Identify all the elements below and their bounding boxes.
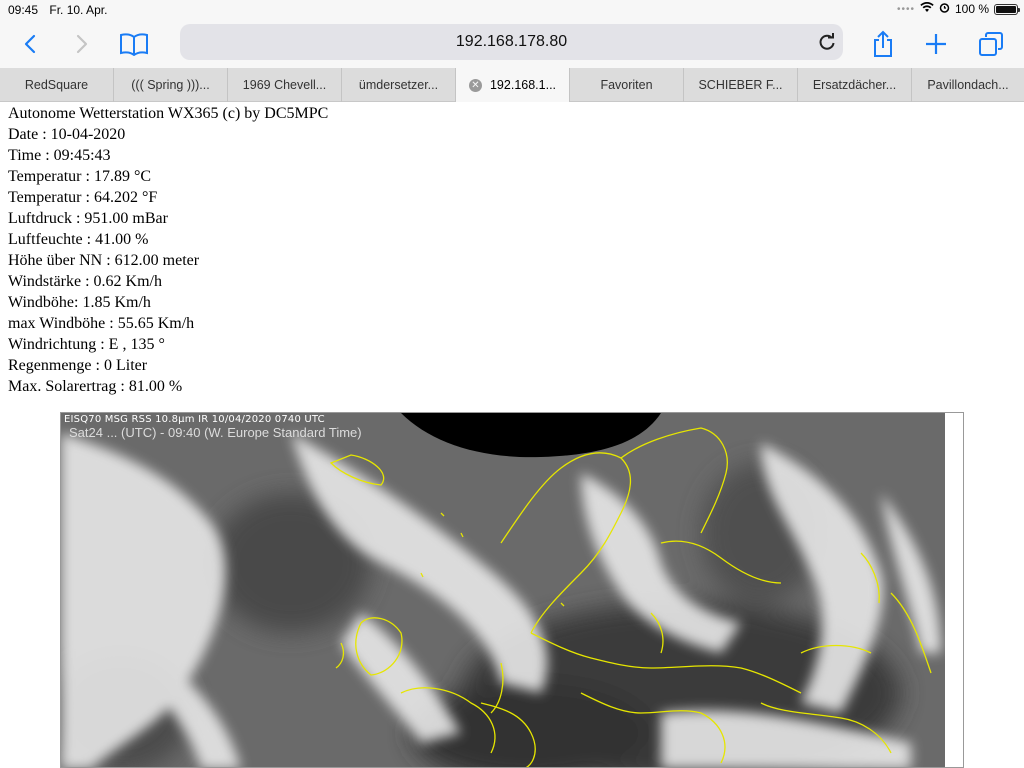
tab-bar: RedSquare ((( Spring )))... 1969 Chevell… [0, 68, 1024, 102]
chevron-right-icon [76, 34, 88, 54]
satellite-ir-map [61, 413, 963, 767]
tab-uebersetzer[interactable]: ümdersetzer... [342, 68, 456, 102]
date-line: Date : 10-04-2020 [8, 126, 126, 143]
tab-favoriten[interactable]: Favoriten [570, 68, 684, 102]
share-button[interactable] [867, 28, 899, 60]
wifi-icon [920, 2, 934, 16]
tab-schieber[interactable]: SCHIEBER F... [684, 68, 798, 102]
new-tab-button[interactable] [920, 28, 952, 60]
battery-icon [994, 3, 1020, 15]
rainfall-line: Regenmenge : 0 Liter [8, 357, 148, 374]
tab-label: Ersatzdächer... [812, 78, 897, 92]
browser-toolbar: 192.168.178.80 [0, 20, 1024, 68]
temperature-f-line: Temperatur : 64.202 °F [8, 189, 158, 206]
wind-gust-line: Windböhe: 1.85 Km/h [8, 294, 151, 311]
book-icon [120, 33, 148, 56]
tab-pavillondach[interactable]: Pavillondach... [912, 68, 1024, 102]
tab-ersatzdaecher[interactable]: Ersatzdächer... [798, 68, 912, 102]
humidity-line: Luftfeuchte : 41.00 % [8, 231, 149, 248]
tab-label: 192.168.1... [489, 78, 557, 92]
altitude-line: Höhe über NN : 612.00 meter [8, 252, 200, 269]
max-wind-gust-line: max Windböhe : 55.65 Km/h [8, 315, 195, 332]
plus-icon [926, 34, 946, 54]
alarm-icon [939, 2, 950, 16]
solar-yield-line: Max. Solarertrag : 81.00 % [8, 378, 183, 395]
wind-speed-line: Windstärke : 0.62 Km/h [8, 273, 162, 290]
tab-label: 1969 Chevell... [242, 78, 327, 92]
forward-button[interactable] [66, 28, 98, 60]
tabs-icon [979, 32, 1003, 56]
time-line: Time : 09:45:43 [8, 147, 111, 164]
tab-label: Pavillondach... [927, 78, 1009, 92]
tab-label: RedSquare [24, 78, 89, 92]
tab-spring[interactable]: ((( Spring )))... [114, 68, 228, 102]
address-bar[interactable]: 192.168.178.80 [180, 24, 843, 60]
tab-active-local[interactable]: ✕ 192.168.1... [456, 68, 570, 102]
status-time: 09:45 [8, 3, 39, 17]
signal-dots-icon: •••• [896, 3, 915, 15]
share-icon [874, 30, 892, 57]
tabs-overview-button[interactable] [975, 28, 1007, 60]
wind-direction-line: Windrichtung : E , 135 ° [8, 336, 165, 353]
image-right-margin [945, 413, 963, 767]
temperature-c-line: Temperatur : 17.89 °C [8, 168, 152, 185]
chevron-left-icon [24, 34, 36, 54]
satellite-image: EISQ70 MSG RSS 10.8µm IR 10/04/2020 0740… [60, 412, 964, 768]
tab-redsquare[interactable]: RedSquare [0, 68, 114, 102]
tab-label: ümdersetzer... [358, 78, 439, 92]
pressure-line: Luftdruck : 951.00 mBar [8, 210, 168, 227]
tab-label: SCHIEBER F... [698, 78, 783, 92]
bookmarks-button[interactable] [118, 28, 150, 60]
status-date: Fr. 10. Apr. [49, 3, 108, 17]
battery-percent: 100 % [954, 2, 989, 16]
weather-station-report: Autonome Wetterstation WX365 (c) by DC5M… [8, 103, 1008, 397]
close-tab-icon[interactable]: ✕ [468, 78, 482, 92]
tab-label: Favoriten [600, 78, 653, 92]
station-title: Autonome Wetterstation WX365 (c) by DC5M… [8, 105, 329, 122]
url-text: 192.168.178.80 [455, 33, 568, 50]
satellite-subcaption: Sat24 ... (UTC) - 09:40 (W. Europe Stand… [69, 425, 362, 440]
tab-label: ((( Spring )))... [131, 78, 210, 92]
status-bar: 09:45 Fr. 10. Apr. •••• 100 % [0, 0, 1024, 20]
back-button[interactable] [14, 28, 46, 60]
reload-icon[interactable] [817, 32, 837, 52]
satellite-caption: EISQ70 MSG RSS 10.8µm IR 10/04/2020 0740… [64, 414, 325, 425]
tab-chevelle[interactable]: 1969 Chevell... [228, 68, 342, 102]
